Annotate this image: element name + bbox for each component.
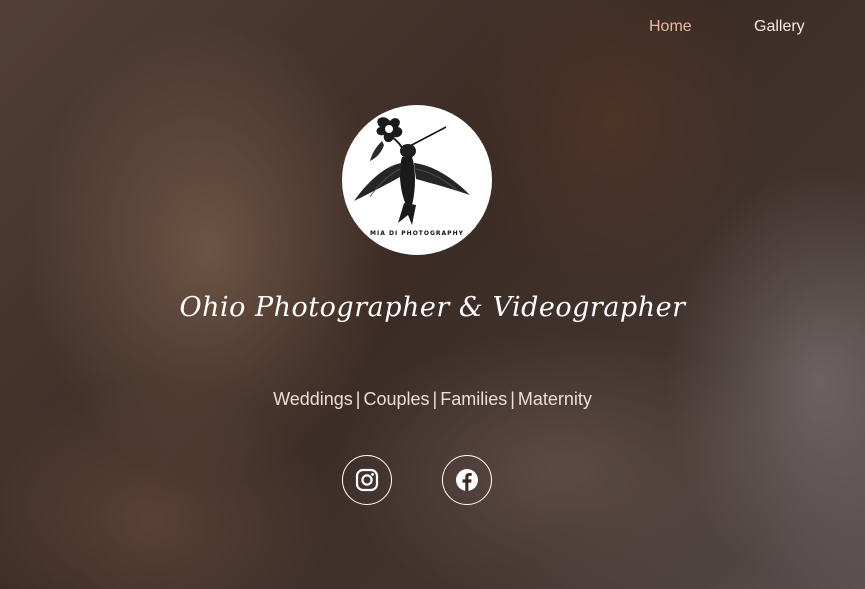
service-separator: |: [510, 389, 515, 409]
nav-home-link[interactable]: Home: [649, 18, 692, 36]
service-maternity: Maternity: [517, 389, 592, 409]
hero-tagline: Ohio Photographer & Videographer: [179, 292, 686, 323]
service-separator: |: [432, 389, 438, 409]
service-families: Families: [440, 389, 508, 409]
facebook-icon: [456, 469, 478, 491]
service-couples: Couples: [363, 389, 430, 409]
instagram-link[interactable]: [342, 455, 392, 505]
facebook-link[interactable]: [442, 455, 492, 505]
nav-gallery-link[interactable]: Gallery: [754, 18, 805, 36]
service-weddings: Weddings: [273, 389, 353, 409]
instagram-icon: [355, 468, 379, 492]
brand-logo-text: MIA DI PHOTOGRAPHY: [370, 230, 464, 237]
services-list: Weddings | Couples | Families | Maternity: [0, 389, 865, 410]
brand-logo[interactable]: MIA DI PHOTOGRAPHY: [342, 105, 492, 255]
service-separator: |: [355, 389, 361, 409]
